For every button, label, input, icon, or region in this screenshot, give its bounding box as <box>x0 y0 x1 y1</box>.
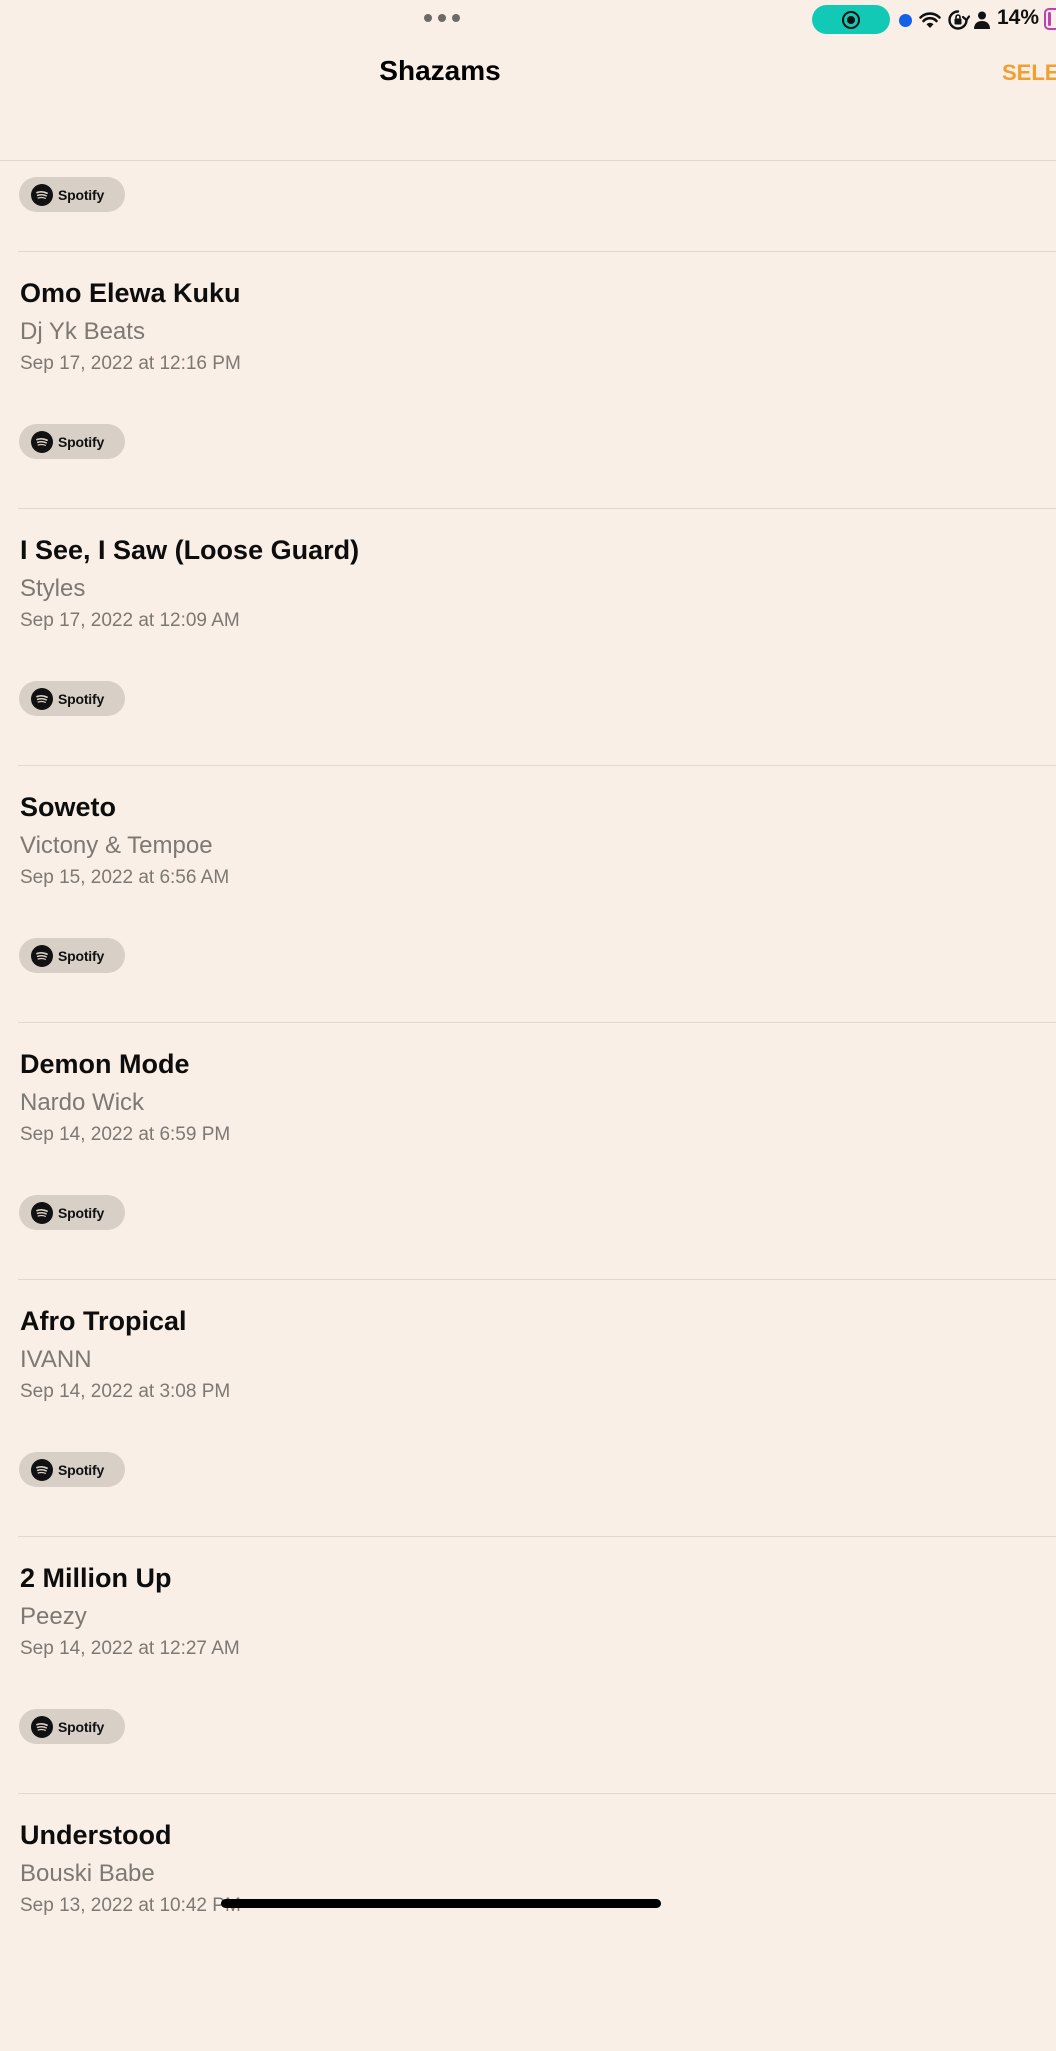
location-dot-icon <box>899 14 912 27</box>
more-dots-icon[interactable] <box>424 14 460 22</box>
song-artist: Styles <box>20 575 86 602</box>
song-date: Sep 17, 2022 at 12:09 AM <box>20 610 240 631</box>
battery-icon <box>1044 8 1056 30</box>
spotify-button[interactable]: Spotify <box>19 177 125 212</box>
wifi-icon <box>919 12 941 28</box>
spotify-label: Spotify <box>58 1718 105 1735</box>
spotify-icon <box>31 687 53 710</box>
spotify-label: Spotify <box>58 433 105 450</box>
spotify-label: Spotify <box>58 186 105 203</box>
song-title: I See, I Saw (Loose Guard) <box>20 535 360 565</box>
song-title: Soweto <box>20 792 117 822</box>
song-date: Sep 14, 2022 at 3:08 PM <box>20 1381 231 1402</box>
song-artist: Bouski Babe <box>20 1860 155 1887</box>
spotify-label: Spotify <box>58 1204 105 1221</box>
song-title: Afro Tropical <box>20 1306 187 1336</box>
song-artist: IVANN <box>20 1346 92 1373</box>
song-title: Understood <box>20 1820 172 1850</box>
spotify-icon <box>31 1458 53 1481</box>
spotify-icon <box>31 183 53 206</box>
song-artist: Peezy <box>20 1603 87 1630</box>
select-button[interactable]: SELE <box>1002 60 1056 86</box>
song-artist: Dj Yk Beats <box>20 318 145 345</box>
song-row[interactable]: Soweto Victony & Tempoe Sep 15, 2022 at … <box>0 766 1056 1023</box>
status-bar: 14% <box>0 0 1056 40</box>
person-icon <box>974 11 990 29</box>
song-title: 2 Million Up <box>20 1563 172 1593</box>
screen-record-icon[interactable] <box>812 5 890 34</box>
song-date: Sep 17, 2022 at 12:16 PM <box>20 353 241 374</box>
song-row[interactable]: Omo Elewa Kuku Dj Yk Beats Sep 17, 2022 … <box>0 252 1056 509</box>
spotify-icon <box>31 944 53 967</box>
spotify-button[interactable]: Spotify <box>19 1452 125 1487</box>
spotify-label: Spotify <box>58 947 105 964</box>
spotify-button[interactable]: Spotify <box>19 681 125 716</box>
song-row[interactable]: 2 Million Up Peezy Sep 14, 2022 at 12:27… <box>0 1537 1056 1794</box>
song-artist: Nardo Wick <box>20 1089 145 1116</box>
spotify-button[interactable]: Spotify <box>19 424 125 459</box>
spotify-button[interactable]: Spotify <box>19 1709 125 1744</box>
spotify-label: Spotify <box>58 690 105 707</box>
orientation-lock-icon <box>948 10 970 30</box>
shazam-list: Spotify Omo Elewa Kuku Dj Yk Beats Sep 1… <box>0 161 1056 2051</box>
song-title: Demon Mode <box>20 1049 190 1079</box>
spotify-label: Spotify <box>58 1461 105 1478</box>
song-row[interactable]: Demon Mode Nardo Wick Sep 14, 2022 at 6:… <box>0 1023 1056 1280</box>
home-indicator[interactable] <box>221 1899 661 1908</box>
song-title: Omo Elewa Kuku <box>20 278 241 308</box>
song-row[interactable]: I See, I Saw (Loose Guard) Styles Sep 17… <box>0 509 1056 766</box>
song-row[interactable]: Afro Tropical IVANN Sep 14, 2022 at 3:08… <box>0 1280 1056 1537</box>
song-date: Sep 14, 2022 at 12:27 AM <box>20 1638 240 1659</box>
song-date: Sep 14, 2022 at 6:59 PM <box>20 1124 231 1145</box>
list-item-partial: Spotify <box>0 161 1056 252</box>
spotify-icon <box>31 1201 53 1224</box>
page-title: Shazams <box>379 55 501 86</box>
spotify-button[interactable]: Spotify <box>19 1195 125 1230</box>
song-artist: Victony & Tempoe <box>20 832 213 859</box>
spotify-button[interactable]: Spotify <box>19 938 125 973</box>
spotify-icon <box>31 430 53 453</box>
battery-percentage: 14% <box>997 6 1040 29</box>
song-row[interactable]: Understood Bouski Babe Sep 13, 2022 at 1… <box>0 1794 1056 2051</box>
spotify-icon <box>31 1715 53 1738</box>
song-date: Sep 15, 2022 at 6:56 AM <box>20 867 230 888</box>
song-date: Sep 13, 2022 at 10:42 PM <box>20 1895 241 1916</box>
